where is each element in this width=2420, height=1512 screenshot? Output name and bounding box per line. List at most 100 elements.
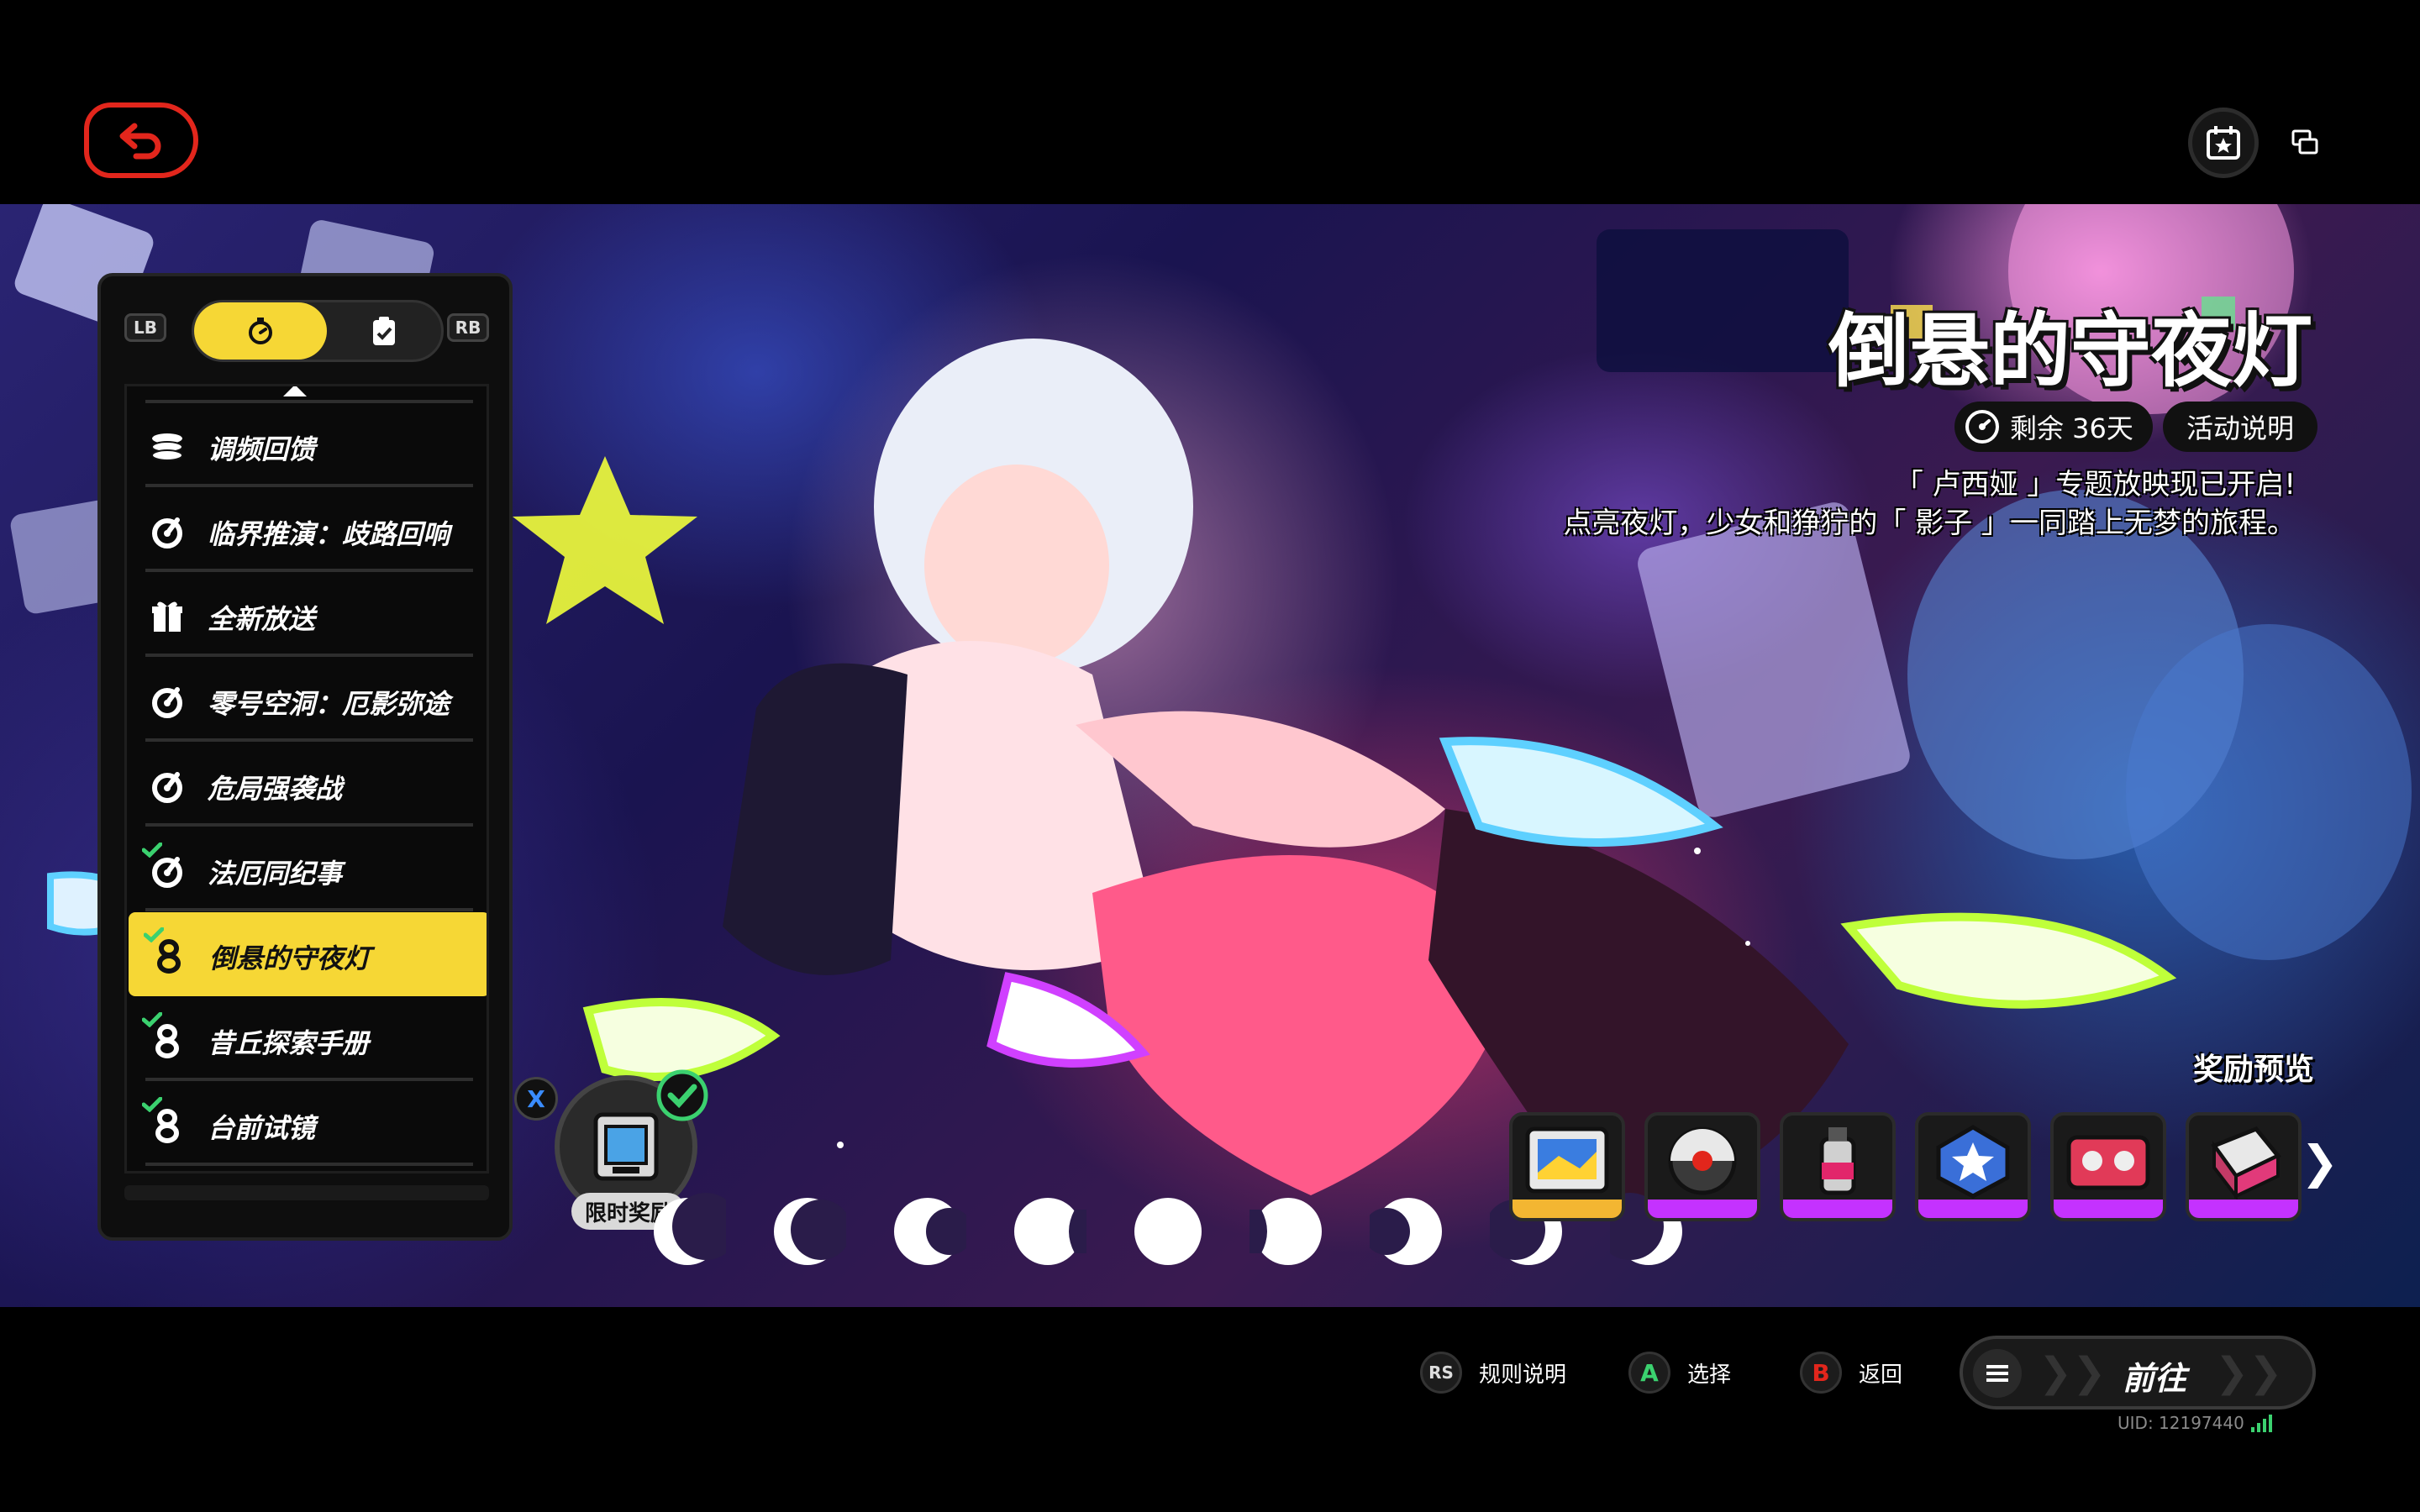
reward-item[interactable] <box>1780 1112 1896 1221</box>
menu-divider <box>145 654 473 657</box>
completed-check-icon <box>141 1096 163 1113</box>
gift-icon <box>147 600 187 633</box>
scrolled-item-hint <box>127 386 487 403</box>
moon-crescent-icon <box>769 1193 851 1270</box>
menu-item-5[interactable]: 危局强袭战 <box>127 743 487 827</box>
menu-key-icon <box>1973 1349 2022 1398</box>
event-description: 「 卢西娅 」专题放映现已开启! 点亮夜灯，少女和狰狞的「 影子 」一同踏上无梦… <box>1563 465 2296 543</box>
tab-permanent-events[interactable] <box>327 302 441 360</box>
menu-tabs: LB RB <box>124 295 489 362</box>
reward-item[interactable] <box>1644 1112 1760 1221</box>
reward-item[interactable] <box>1915 1112 2031 1221</box>
go-button[interactable]: ❯❯ 前往 ❯❯ <box>1960 1336 2316 1410</box>
challenge-icon <box>147 854 187 888</box>
rarity-bar <box>2054 1200 2163 1218</box>
signal-icon <box>2250 1414 2272 1432</box>
hint-label: 选择 <box>1687 1362 1732 1388</box>
coins-icon <box>147 430 187 464</box>
menu-item-6[interactable]: 法厄同纪事 <box>127 827 487 911</box>
menu-item-1[interactable]: 调频回馈 <box>127 403 487 487</box>
completed-check-icon <box>141 1011 163 1028</box>
back-arrow-icon <box>119 123 161 160</box>
menu-divider <box>145 1078 473 1081</box>
scroll-up-indicator[interactable] <box>283 386 307 396</box>
rb-button[interactable]: RB <box>447 313 489 342</box>
stopwatch-icon <box>249 318 272 344</box>
spray-can-icon <box>1791 1122 1884 1200</box>
calendar-star-icon <box>2207 126 2240 160</box>
hint-label: 规则说明 <box>1479 1362 1567 1388</box>
menu-divider <box>145 823 473 827</box>
window-switch-button[interactable] <box>2281 118 2329 167</box>
event-title: 倒悬的守夜灯 <box>1828 304 2312 398</box>
remaining-time-badge: 剩余 36天 <box>1954 402 2153 452</box>
menu-item-9[interactable]: 台前试镜 <box>127 1082 487 1166</box>
tab-limited-events[interactable] <box>194 302 327 360</box>
rarity-bar <box>1512 1200 1622 1218</box>
event-8-icon <box>147 1109 187 1143</box>
uid-text: UID: 12197440 <box>2118 1413 2244 1433</box>
reward-item[interactable] <box>1509 1112 1625 1221</box>
menu-item-label: 昔丘探索手册 <box>208 1027 370 1059</box>
button-b-icon: B <box>1800 1352 1842 1394</box>
reward-item[interactable] <box>2186 1112 2302 1221</box>
hint-label: 返回 <box>1859 1362 1903 1388</box>
hint-b[interactable]: B 返回 <box>1800 1351 1902 1394</box>
chevron-right-icon[interactable]: ❯ <box>2301 1136 2338 1189</box>
tab-switcher <box>192 300 444 362</box>
moon-first-quarter-icon <box>889 1193 973 1270</box>
challenge-icon <box>147 769 187 803</box>
window-switch-icon <box>2291 129 2318 155</box>
event-menu-panel: LB RB 调频回馈 临界推演：歧路回响全新放送 零号空洞：厄影弥途 危局强袭战… <box>97 273 513 1241</box>
menu-item-label: 临界推演：歧路回响 <box>208 518 450 550</box>
event-8-icon <box>147 1024 187 1058</box>
rarity-bar <box>1918 1200 2028 1218</box>
moon-waxing-crescent-icon <box>649 1193 739 1270</box>
reward-item[interactable] <box>2050 1112 2166 1221</box>
menu-item-label: 危局强袭战 <box>208 773 343 805</box>
x-key-badge[interactable]: X <box>514 1077 558 1121</box>
moon-waxing-gibbous-icon <box>1009 1193 1086 1270</box>
hint-rs[interactable]: RS 规则说明 <box>1420 1351 1566 1394</box>
challenge-icon <box>147 685 187 718</box>
button-rs-icon: RS <box>1420 1352 1462 1394</box>
calendar-button[interactable] <box>2188 108 2259 178</box>
event-list: 调频回馈临界推演：歧路回响全新放送零号空洞：厄影弥途 危局强袭战法厄同纪事倒悬的守… <box>124 384 489 1173</box>
film-reel-icon <box>1521 1122 1613 1200</box>
moon-waning-gibbous-icon <box>1249 1193 1327 1270</box>
menu-item-label: 调频回馈 <box>208 433 316 465</box>
top-bar <box>0 0 2420 204</box>
claimed-check-icon <box>656 1069 708 1121</box>
moon-last-quarter-icon <box>1363 1193 1447 1270</box>
menu-divider <box>145 738 473 742</box>
completed-check-icon <box>143 927 165 943</box>
rarity-bar <box>2189 1200 2298 1218</box>
challenge-icon <box>147 515 187 549</box>
menu-divider <box>145 1163 473 1166</box>
rarity-bar <box>1648 1200 1757 1218</box>
menu-divider <box>145 569 473 572</box>
menu-item-4[interactable]: 零号空洞：厄影弥途 <box>127 658 487 742</box>
rarity-bar <box>1783 1200 1892 1218</box>
lb-button[interactable]: LB <box>124 313 166 342</box>
event-8-icon <box>149 939 189 974</box>
event-info-label: 活动说明 <box>2186 412 2294 444</box>
drive-disc-icon <box>1656 1122 1749 1200</box>
menu-item-3[interactable]: 全新放送 <box>127 573 487 657</box>
event-desc-line-2: 点亮夜灯，少女和狰狞的「 影子 」一同踏上无梦的旅程。 <box>1563 507 2296 540</box>
clipboard-check-icon <box>373 317 395 345</box>
button-a-icon: A <box>1628 1352 1670 1394</box>
cassette-tape-icon <box>2062 1122 2154 1200</box>
menu-divider <box>145 484 473 487</box>
back-button[interactable] <box>84 102 198 178</box>
menu-item-7[interactable]: 倒悬的守夜灯 <box>129 912 487 996</box>
menu-item-label: 零号空洞：厄影弥途 <box>208 688 450 720</box>
menu-item-label: 倒悬的守夜灯 <box>209 942 371 974</box>
event-info-button[interactable]: 活动说明 <box>2163 402 2317 452</box>
menu-item-2[interactable]: 临界推演：歧路回响 <box>127 488 487 572</box>
go-label: 前往 <box>2123 1360 2187 1397</box>
badge-star-icon <box>1927 1122 2019 1200</box>
menu-item-8[interactable]: 昔丘探索手册 <box>127 997 487 1081</box>
hint-a[interactable]: A 选择 <box>1628 1351 1731 1394</box>
chevron-decoration-right: ❯❯ <box>2215 1349 2283 1396</box>
